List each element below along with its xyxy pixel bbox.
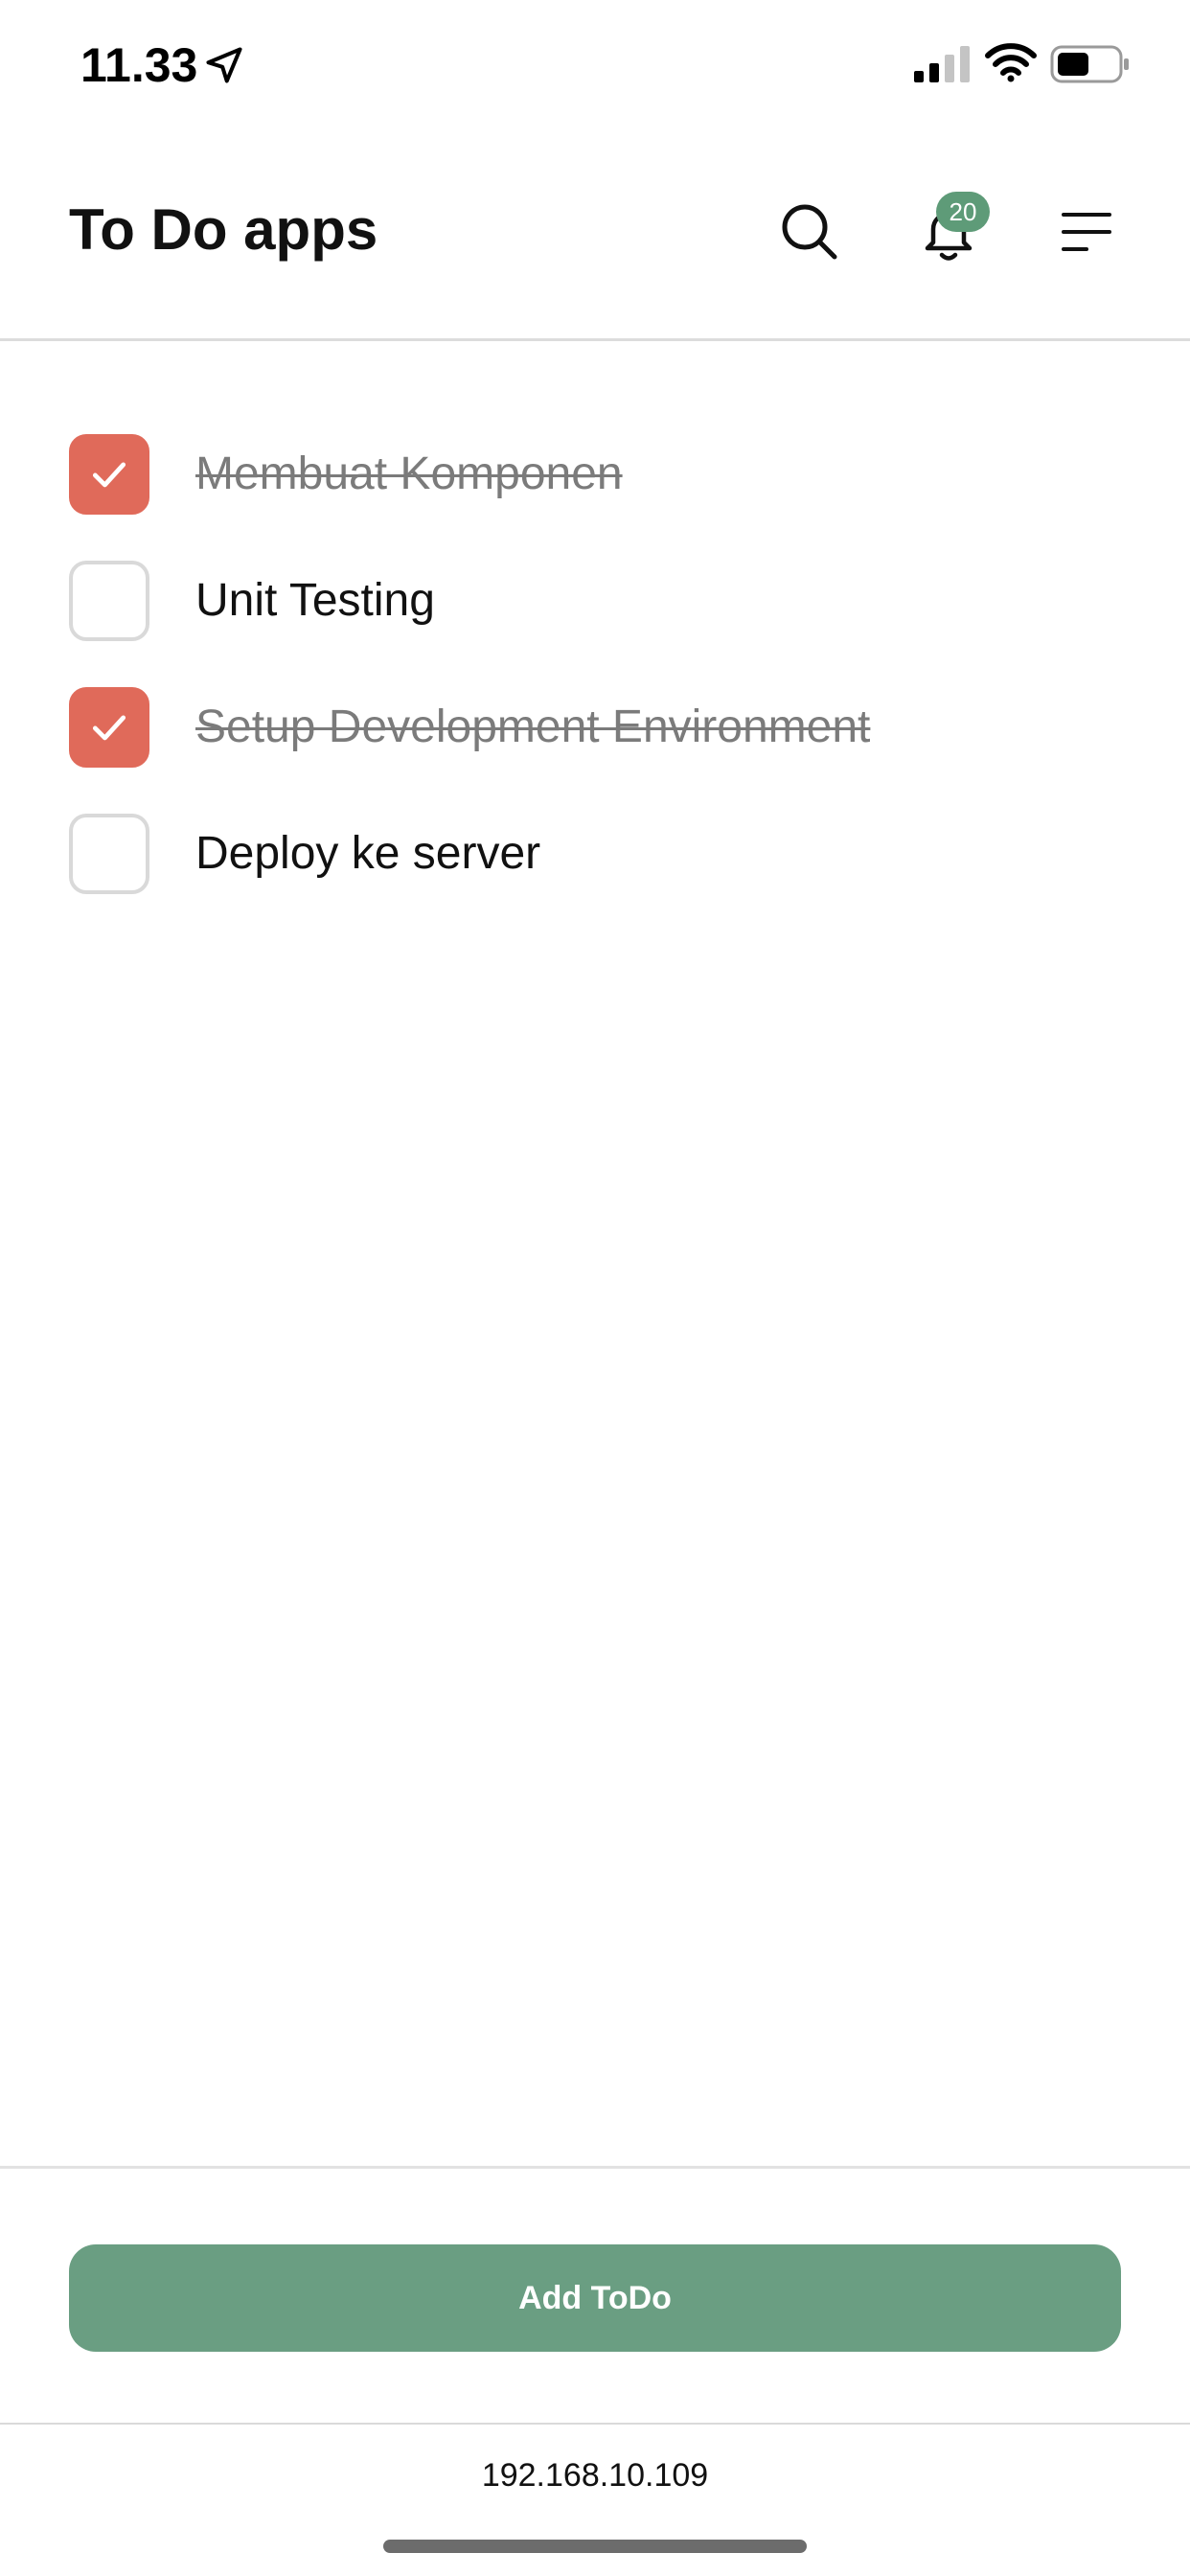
todo-label: Deploy ke server: [195, 828, 541, 879]
status-time: 11.33: [80, 38, 198, 92]
checkmark-icon: [92, 462, 126, 488]
search-button[interactable]: [762, 184, 858, 280]
todo-label: Unit Testing: [195, 575, 435, 626]
todo-item[interactable]: Unit Testing: [69, 553, 1123, 649]
battery-icon: [1050, 45, 1129, 83]
todo-item[interactable]: Membuat Komponen: [69, 426, 1123, 522]
menu-icon: [1062, 213, 1111, 251]
url-address[interactable]: 192.168.10.109: [0, 2457, 1190, 2495]
notification-badge: 20: [936, 192, 990, 232]
footer-divider: [0, 2166, 1190, 2169]
todo-label: Setup Development Environment: [195, 702, 871, 752]
home-indicator[interactable]: [383, 2540, 807, 2553]
todo-label: Membuat Komponen: [195, 448, 623, 499]
search-icon: [782, 204, 837, 260]
cellular-signal-icon: [914, 46, 970, 82]
todo-checkbox[interactable]: [69, 434, 149, 515]
browser-bottom-bar: 192.168.10.109: [0, 2423, 1190, 2576]
todo-item[interactable]: Setup Development Environment: [69, 679, 1123, 775]
app-header: To Do apps 20: [0, 134, 1190, 341]
checkmark-icon: [92, 715, 126, 741]
todo-item[interactable]: Deploy ke server: [69, 806, 1123, 902]
menu-button[interactable]: [1039, 184, 1134, 280]
add-todo-button[interactable]: Add ToDo: [69, 2244, 1121, 2352]
location-arrow-icon: [206, 47, 242, 83]
todo-checkbox[interactable]: [69, 814, 149, 894]
status-bar: 11.33: [0, 0, 1190, 134]
page-title: To Do apps: [69, 197, 378, 262]
wifi-icon: [985, 43, 1037, 82]
todo-checkbox[interactable]: [69, 561, 149, 641]
todo-checkbox[interactable]: [69, 687, 149, 768]
